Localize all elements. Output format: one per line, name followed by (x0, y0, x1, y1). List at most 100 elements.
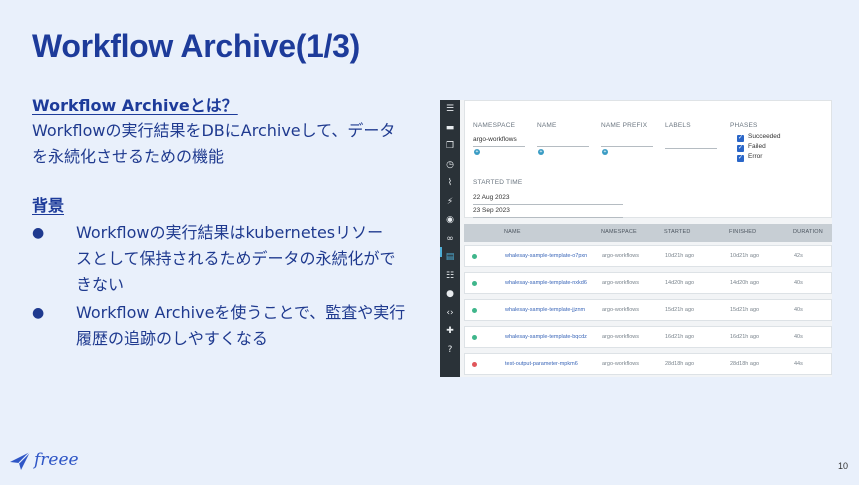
cell-started: 10d21h ago (665, 253, 695, 259)
bullet-line: スとして保持されるためデータの永続化がで (76, 249, 396, 268)
argo-archive-screenshot: ☰ ▬ ❐ ◷ ⌇ ⚡ ◉ ∞ ▤ ☷ ● ‹› ✚ ? NAMESPACE a… (440, 100, 832, 377)
cell-started: 16d21h ago (665, 334, 695, 340)
logo-wordmark: freee (34, 450, 79, 470)
cell-finished: 15d21h ago (730, 307, 760, 313)
name-input[interactable] (537, 146, 589, 147)
section-heading-background: 背景 (32, 196, 65, 215)
bird-icon (10, 451, 31, 470)
name-prefix-label: NAME PREFIX (601, 122, 648, 129)
filter-panel: NAMESPACE argo-workflows + NAME + NAME P… (464, 100, 832, 218)
link-icon[interactable]: ∞ (440, 230, 460, 249)
slide-text-column: Workflow Archiveとは？ Workflowの実行結果をDBにArc… (32, 94, 442, 354)
freee-logo: freee (8, 448, 79, 472)
add-name-prefix-icon[interactable]: + (602, 149, 608, 155)
end-date-underline (473, 217, 623, 218)
table-row[interactable]: test-output-parameter-mpkm6 argo-workflow… (464, 353, 832, 375)
cell-finished: 28d18h ago (730, 361, 760, 367)
cell-namespace: argo-workflows (602, 307, 639, 313)
table-row[interactable]: whalesay-sample-template-o7pxn argo-workf… (464, 245, 832, 267)
cell-started: 14d20h ago (665, 280, 695, 286)
phase-checkbox-succeeded[interactable]: ✓ Succeeded (737, 133, 781, 142)
cell-duration: 42s (794, 253, 803, 259)
add-namespace-icon[interactable]: + (474, 149, 480, 155)
cell-duration: 40s (794, 280, 803, 286)
cell-duration: 40s (794, 334, 803, 340)
column-header-duration[interactable]: DURATION (793, 229, 823, 235)
checkbox-checked-icon: ✓ (737, 155, 744, 162)
cell-name: whalesay-sample-template-o7pxn (505, 253, 588, 259)
bullet-line: Workflowの実行結果はkubernetesリソー (76, 223, 384, 242)
copy-icon[interactable]: ❐ (440, 137, 460, 156)
table-header: NAME NAMESPACE STARTED FINISHED DURATION (464, 224, 832, 242)
cell-namespace: argo-workflows (602, 280, 639, 286)
add-name-icon[interactable]: + (538, 149, 544, 155)
status-succeeded-icon (472, 335, 477, 340)
checkbox-checked-icon: ✓ (737, 135, 744, 142)
labels-label: LABELS (665, 122, 691, 129)
table-row[interactable]: whalesay-sample-template-nxkd6 argo-workf… (464, 272, 832, 294)
phases-label: PHASES (730, 122, 758, 129)
end-date-input[interactable]: 23 Sep 2023 (473, 207, 510, 214)
started-time-label: STARTED TIME (473, 179, 523, 186)
section-heading-what-is: Workflow Archiveとは？ (32, 96, 238, 115)
cell-duration: 40s (794, 307, 803, 313)
cell-started: 15d21h ago (665, 307, 695, 313)
code-icon[interactable]: ‹› (440, 304, 460, 323)
cell-namespace: argo-workflows (602, 361, 639, 367)
cell-duration: 44s (794, 361, 803, 367)
cell-name: whalesay-sample-template-jjznm (505, 307, 586, 313)
bullet-item: ● Workflowの実行結果はkubernetesリソー スとして保持されるた… (32, 220, 442, 298)
argo-side-nav: ☰ ▬ ❐ ◷ ⌇ ⚡ ◉ ∞ ▤ ☷ ● ‹› ✚ ? (440, 100, 460, 377)
active-nav-indicator (440, 247, 442, 257)
start-date-underline (473, 204, 623, 205)
status-succeeded-icon (472, 281, 477, 286)
namespace-input[interactable]: argo-workflows (473, 136, 517, 143)
bullet-line: Workflow Archiveを使うことで、監査や実行 (76, 303, 406, 322)
bullet-item: ● Workflow Archiveを使うことで、監査や実行 履歴の追跡のしやす… (32, 300, 442, 352)
status-failed-icon (472, 362, 477, 367)
help-icon[interactable]: ? (440, 341, 460, 360)
user-icon[interactable]: ● (440, 285, 460, 304)
labels-input[interactable] (665, 148, 717, 149)
cell-namespace: argo-workflows (602, 334, 639, 340)
cell-finished: 14d20h ago (730, 280, 760, 286)
table-row[interactable]: whalesay-sample-template-jjznm argo-workf… (464, 299, 832, 321)
status-succeeded-icon (472, 254, 477, 259)
cell-name: whalesay-sample-template-bqcdz (505, 334, 587, 340)
phase-checkbox-error[interactable]: ✓ Error (737, 153, 762, 162)
cell-namespace: argo-workflows (602, 253, 639, 259)
name-label: NAME (537, 122, 557, 129)
puzzle-icon[interactable]: ✚ (440, 322, 460, 341)
cell-name: whalesay-sample-template-nxkd6 (505, 280, 587, 286)
section-body-line: を永続化させるための機能 (32, 147, 225, 166)
column-header-finished[interactable]: FINISHED (729, 229, 756, 235)
section-body-line: Workflowの実行結果をDBにArchiveして、データ (32, 121, 396, 140)
cell-finished: 10d21h ago (730, 253, 760, 259)
status-succeeded-icon (472, 308, 477, 313)
bolt-icon[interactable]: ⚡ (440, 193, 460, 212)
bullet-dot: ● (32, 225, 45, 241)
cell-name: test-output-parameter-mpkm6 (505, 361, 578, 367)
phase-checkbox-failed[interactable]: ✓ Failed (737, 143, 766, 152)
archive-active-icon[interactable]: ▤ (440, 248, 460, 267)
menu-icon[interactable]: ☰ (440, 100, 460, 119)
clock-icon[interactable]: ◷ (440, 156, 460, 175)
page-number: 10 (837, 461, 848, 471)
checkbox-checked-icon: ✓ (737, 145, 744, 152)
slide-title: Workflow Archive(1/3) (32, 28, 360, 64)
name-prefix-input[interactable] (601, 146, 653, 147)
cell-finished: 16d21h ago (730, 334, 760, 340)
table-row[interactable]: whalesay-sample-template-bqcdz argo-workf… (464, 326, 832, 348)
antenna-icon[interactable]: ⌇ (440, 174, 460, 193)
cell-started: 28d18h ago (665, 361, 695, 367)
report-icon[interactable]: ☷ (440, 267, 460, 286)
column-header-started[interactable]: STARTED (664, 229, 691, 235)
column-header-namespace[interactable]: NAMESPACE (601, 229, 637, 235)
archive-icon[interactable]: ▬ (440, 119, 460, 138)
start-date-input[interactable]: 22 Aug 2023 (473, 194, 510, 201)
bullet-line: きない (76, 275, 125, 294)
satellite-icon[interactable]: ◉ (440, 211, 460, 230)
column-header-name[interactable]: NAME (504, 229, 521, 235)
bullet-line: 履歴の追跡のしやすくなる (76, 329, 268, 348)
namespace-label: NAMESPACE (473, 122, 516, 129)
